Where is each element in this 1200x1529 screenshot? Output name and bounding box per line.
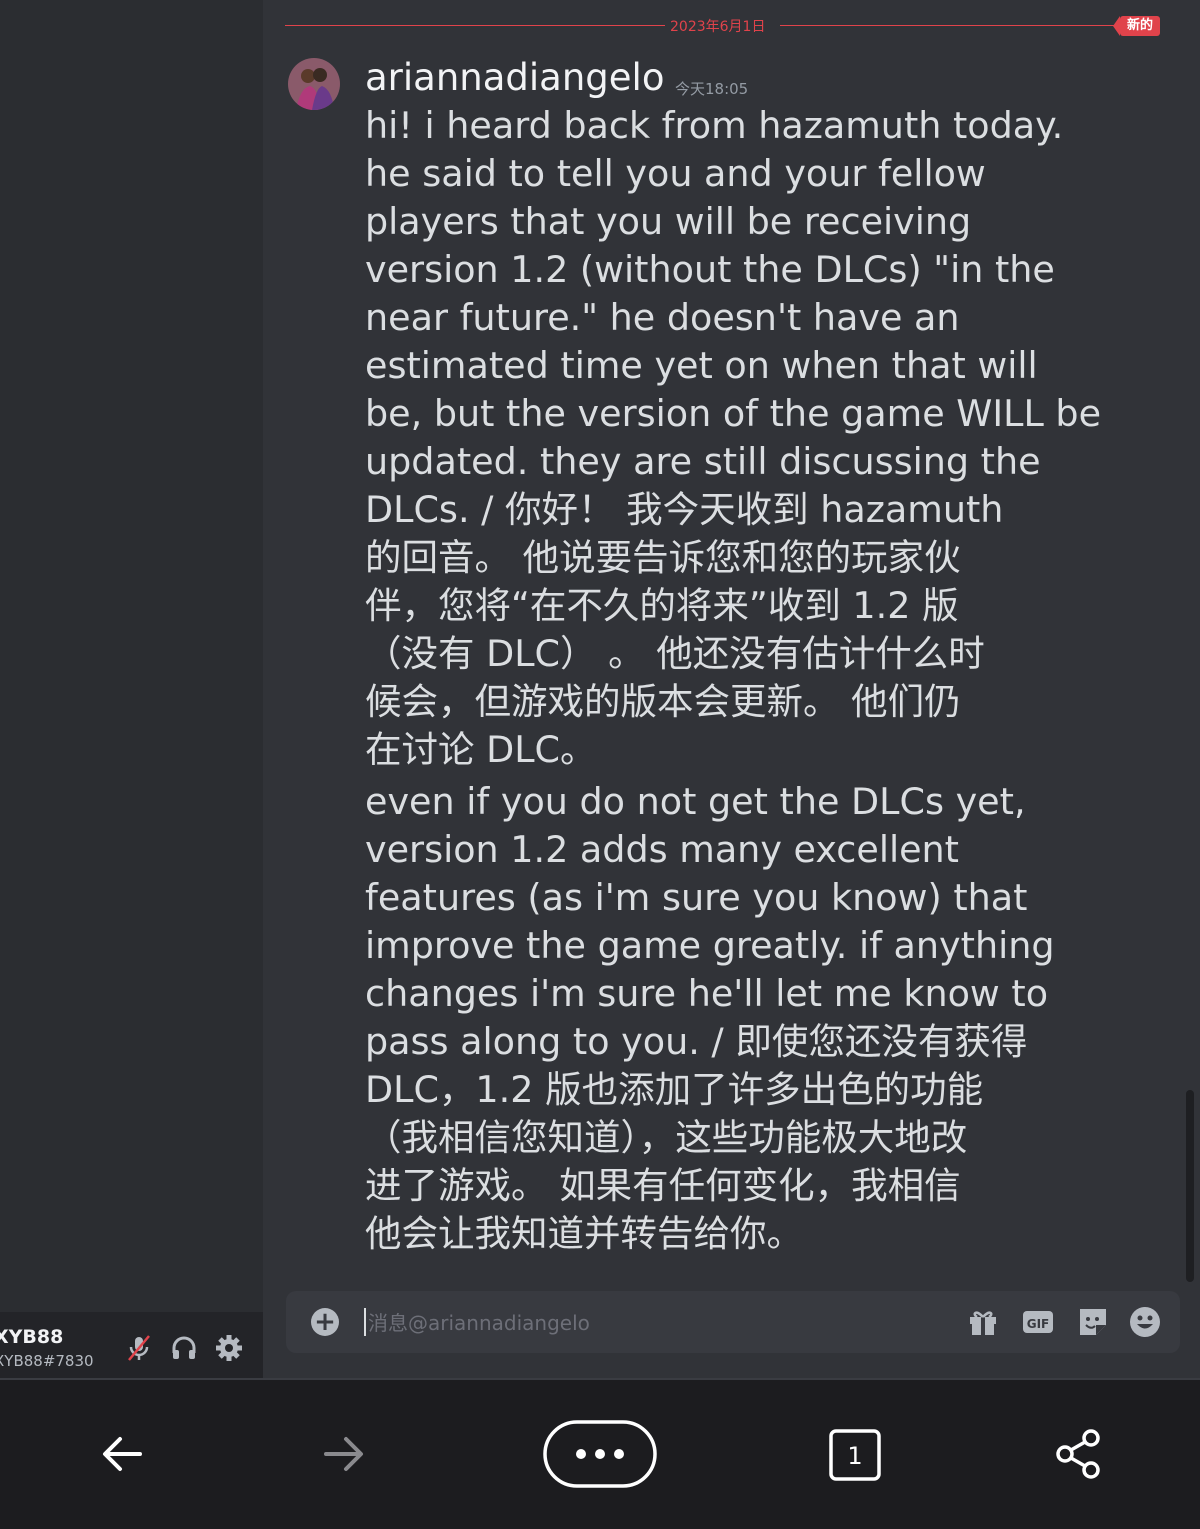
divider-date: 2023年6月1日 bbox=[670, 19, 766, 35]
headphones-icon[interactable] bbox=[169, 1333, 199, 1363]
new-badge: 新的 bbox=[1113, 16, 1160, 36]
message-text: hi! i heard back from hazamuth today. he… bbox=[365, 104, 1102, 771]
gift-icon[interactable] bbox=[966, 1305, 1000, 1339]
tab-count: 1 bbox=[847, 1442, 862, 1470]
message-author[interactable]: ariannadiangelo bbox=[365, 56, 664, 99]
message-timestamp: 今天18:05 bbox=[675, 80, 749, 98]
back-arrow-icon[interactable] bbox=[98, 1430, 146, 1478]
avatar[interactable] bbox=[288, 58, 340, 110]
new-messages-divider bbox=[285, 25, 665, 26]
more-icon[interactable] bbox=[543, 1420, 657, 1488]
user-tag: XYB88#7830 bbox=[0, 1352, 94, 1370]
gif-icon[interactable]: GIF bbox=[1021, 1305, 1055, 1339]
share-icon[interactable] bbox=[1053, 1428, 1105, 1480]
user-name[interactable]: XYB88 bbox=[0, 1326, 63, 1348]
message-text-2: even if you do not get the DLCs yet, ver… bbox=[365, 780, 1055, 1255]
emoji-icon[interactable] bbox=[1128, 1305, 1162, 1339]
channel-sidebar bbox=[0, 0, 263, 1378]
mic-muted-icon[interactable] bbox=[124, 1333, 154, 1363]
scrollbar[interactable] bbox=[1186, 1090, 1194, 1282]
plus-icon[interactable]: + bbox=[311, 1308, 339, 1336]
tabs-icon[interactable]: 1 bbox=[828, 1428, 882, 1482]
settings-icon[interactable] bbox=[214, 1333, 244, 1363]
svg-text:GIF: GIF bbox=[1027, 1317, 1050, 1331]
message-input[interactable] bbox=[366, 1306, 930, 1340]
forward-arrow-icon[interactable] bbox=[320, 1430, 368, 1478]
sticker-icon[interactable] bbox=[1076, 1305, 1110, 1339]
new-messages-divider-right bbox=[780, 25, 1118, 26]
